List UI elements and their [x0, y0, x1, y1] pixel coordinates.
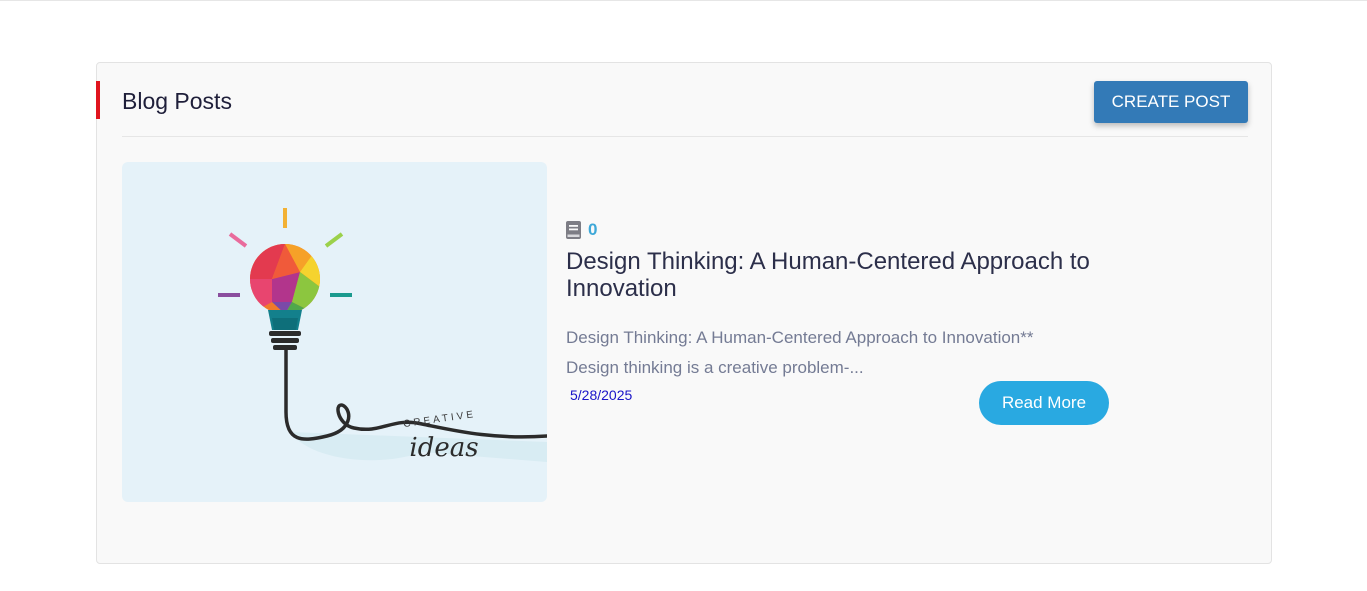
excerpt-line-2: Design thinking is a creative problem-..…: [566, 358, 864, 377]
post-footer: 5/28/2025 Read More: [566, 381, 1111, 437]
post-title[interactable]: Design Thinking: A Human-Centered Approa…: [566, 248, 1096, 302]
post-excerpt: Design Thinking: A Human-Centered Approa…: [566, 323, 1111, 383]
book-icon: [566, 221, 582, 239]
post-date: 5/28/2025: [570, 387, 633, 403]
lightbulb-icon: CREATIVE ideas: [218, 208, 547, 463]
header-divider: [122, 136, 1248, 137]
top-rule: [0, 0, 1367, 1]
comment-count: 0: [588, 220, 598, 239]
post-meta: 0: [566, 218, 1111, 242]
svg-text:ideas: ideas: [409, 433, 478, 463]
excerpt-line-1: Design Thinking: A Human-Centered Approa…: [566, 328, 1034, 347]
post-card: CREATIVE ideas 0 Design Thinking: A Huma…: [122, 162, 1122, 502]
post-body: 0 Design Thinking: A Human-Centered Appr…: [566, 218, 1111, 437]
post-image[interactable]: CREATIVE ideas: [122, 162, 547, 502]
create-post-button[interactable]: CREATE POST: [1094, 81, 1248, 123]
blog-posts-panel: Blog Posts CREATE POST CREATIVE ideas 0 …: [96, 62, 1272, 564]
page-title: Blog Posts: [122, 88, 232, 114]
accent-bar: [96, 81, 100, 119]
read-more-button[interactable]: Read More: [979, 381, 1109, 425]
